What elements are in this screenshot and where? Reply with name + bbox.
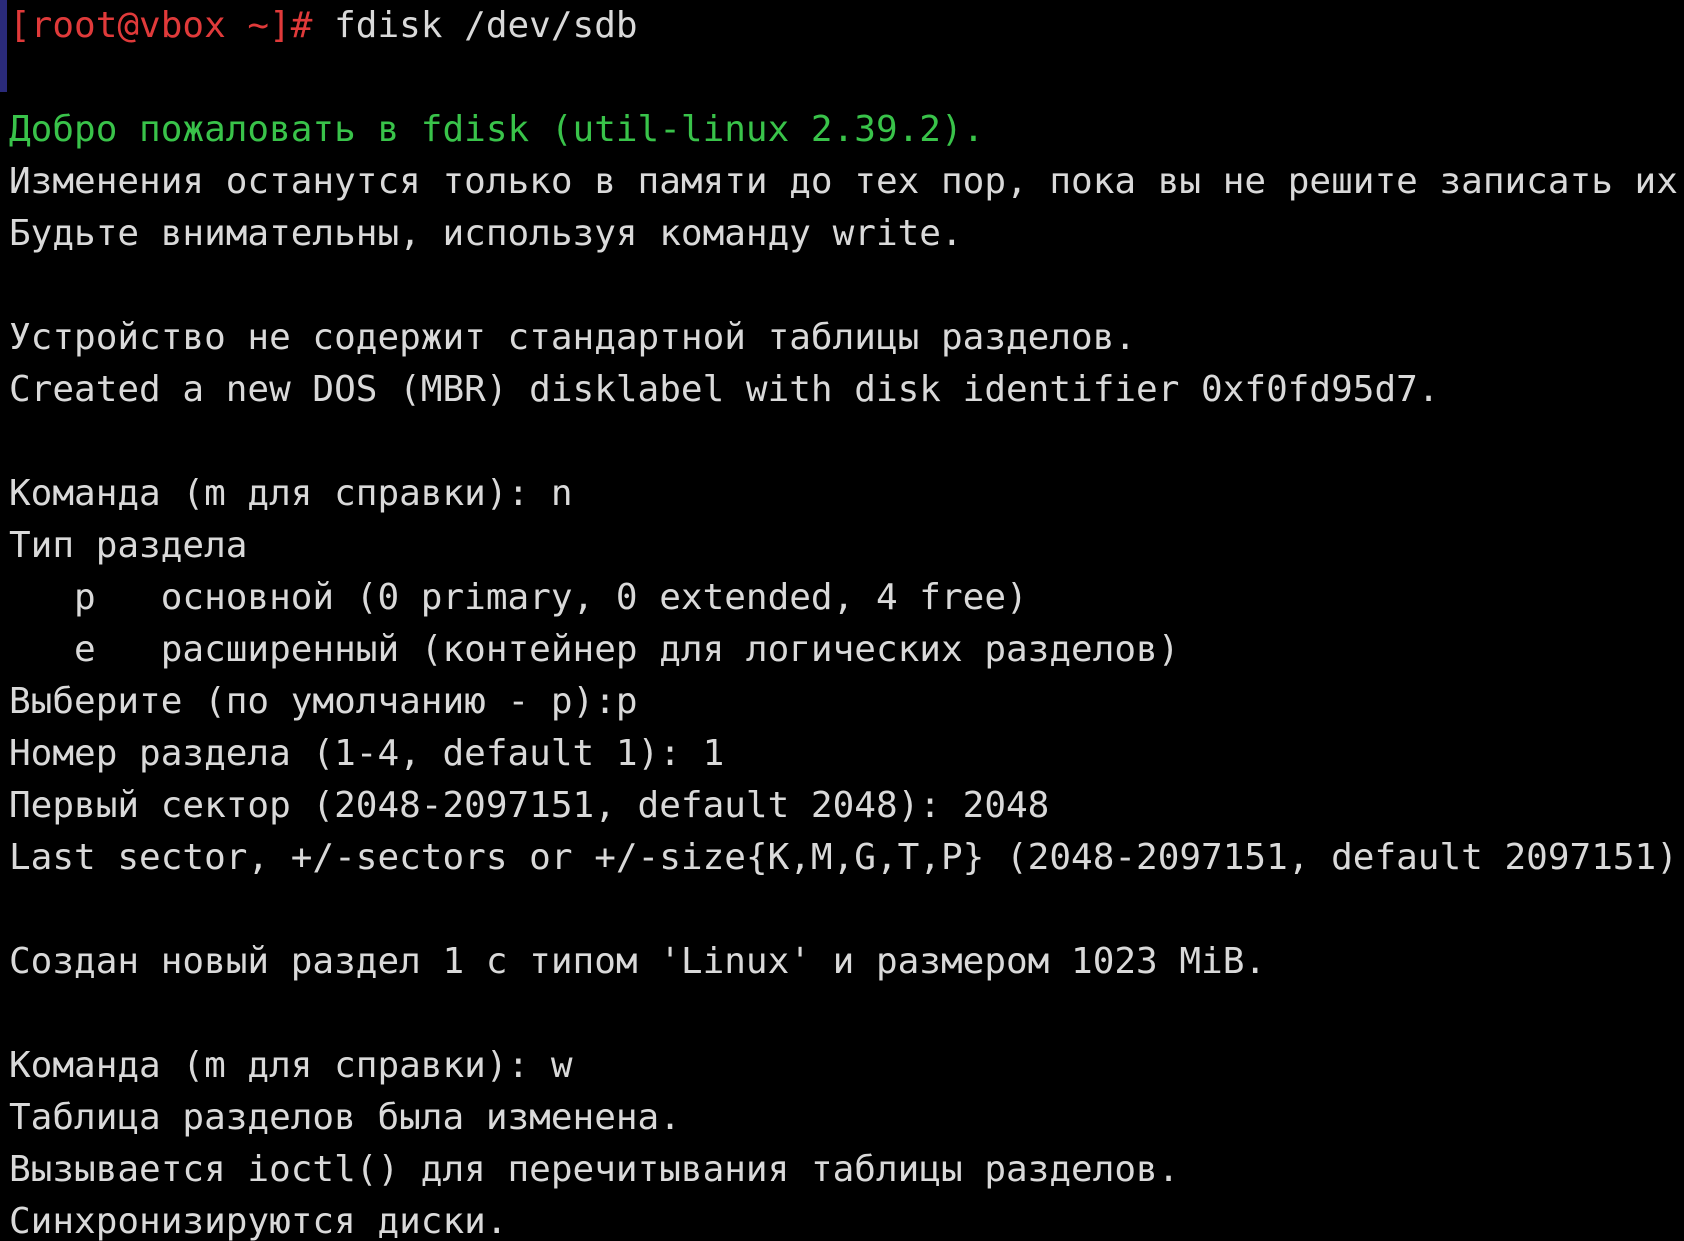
output-line: Устройство не содержит стандартной табли… [9, 317, 1137, 358]
output-line: Тип раздела [9, 525, 248, 566]
output-line: Команда (m для справки): n [9, 473, 573, 514]
command-line: [root@vbox ~]# fdisk /dev/sdb [9, 0, 1684, 52]
shell-prompt: [root@vbox ~]# [9, 5, 313, 46]
output-line: Таблица разделов была изменена. [9, 1097, 681, 1138]
output-line: Created a new DOS (MBR) disklabel with d… [9, 369, 1440, 410]
output-line: Будьте внимательны, используя команду wr… [9, 213, 963, 254]
command-text: fdisk /dev/sdb [312, 5, 638, 46]
welcome-line: Добро пожаловать в fdisk (util-linux 2.3… [9, 109, 985, 150]
output-line: Команда (m для справки): w [9, 1045, 573, 1086]
output-line: Первый сектор (2048-2097151, default 204… [9, 785, 1050, 826]
scroll-indicator [0, 0, 7, 92]
output-line: Выберите (по умолчанию - p):p [9, 681, 638, 722]
terminal-window[interactable]: [root@vbox ~]# fdisk /dev/sdb Добро пожа… [0, 0, 1684, 1241]
output-line: Синхронизируются диски. [9, 1201, 508, 1241]
output-line: e расширенный (контейнер для логических … [9, 629, 1180, 670]
output-line: Создан новый раздел 1 с типом 'Linux' и … [9, 941, 1267, 982]
output-line: Номер раздела (1-4, default 1): 1 [9, 733, 725, 774]
output-line: Last sector, +/-sectors or +/-size{K,M,G… [9, 837, 1684, 878]
output-line: p основной (0 primary, 0 extended, 4 fre… [9, 577, 1028, 618]
output-line: Вызывается ioctl() для перечитывания таб… [9, 1149, 1180, 1190]
output-line: Изменения останутся только в памяти до т… [9, 161, 1684, 202]
